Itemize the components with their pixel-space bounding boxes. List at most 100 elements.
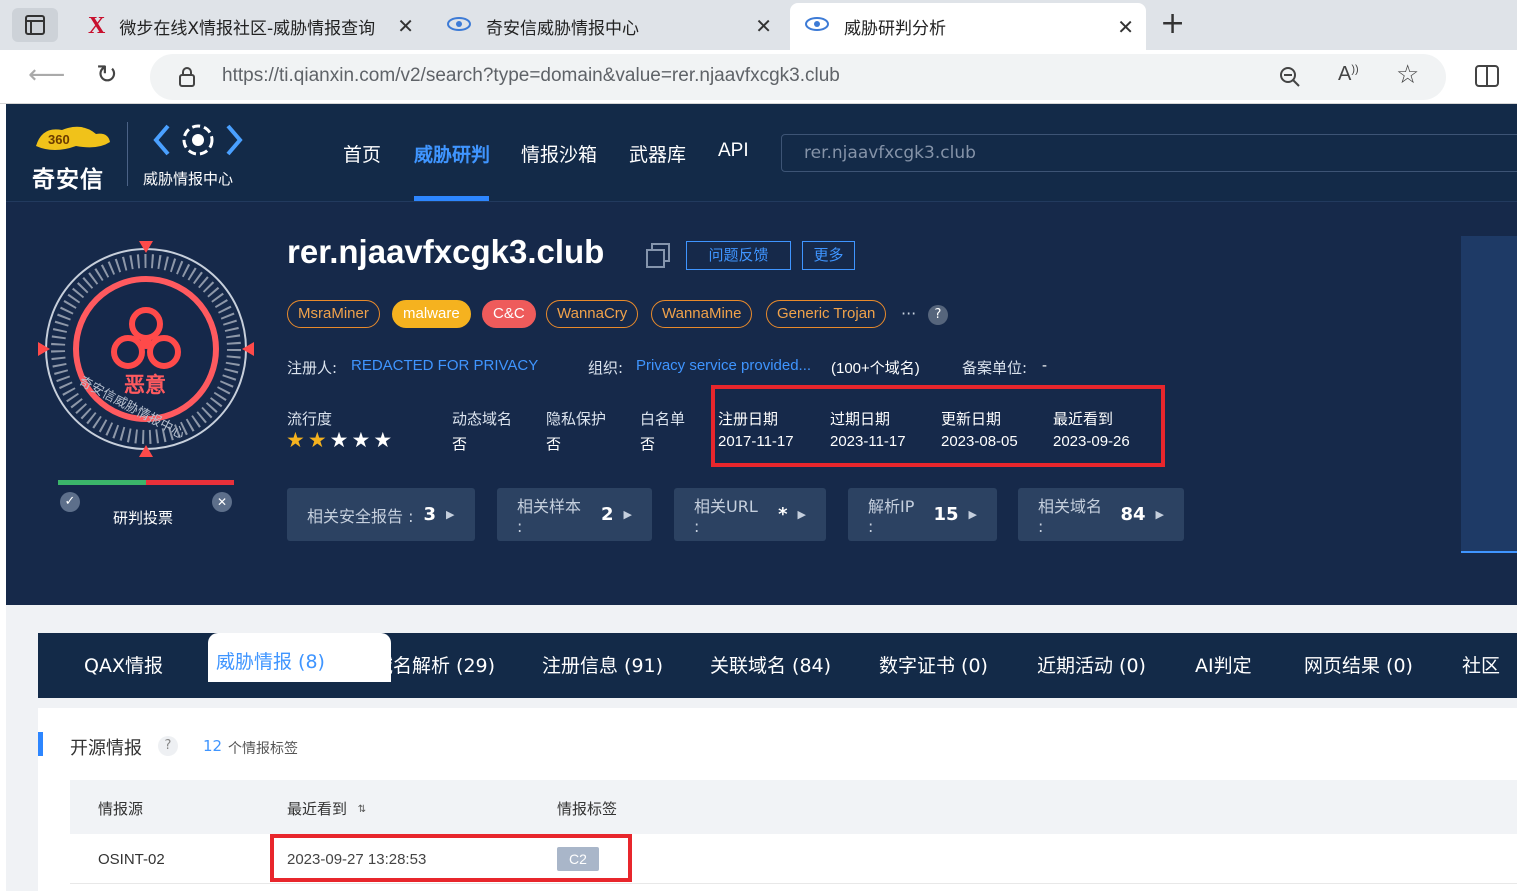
tab-related-domains[interactable]: 关联域名 (84) [710, 651, 831, 678]
close-tab-icon[interactable]: ✕ [397, 14, 414, 38]
qianxin-brand-logo[interactable]: 360 奇安信 [32, 120, 114, 193]
vote-bar-safe [58, 480, 146, 485]
stat-resolved-ip-button[interactable]: 解析IP : 15 ▶ [848, 488, 997, 541]
org-label: 组织: [588, 359, 624, 377]
qianxin-logo-icon [446, 15, 472, 38]
stat-label: 相关安全报告 : [307, 506, 414, 526]
browser-tab-strip: X 微步在线X情报社区-威胁情报查询 ✕ 奇安信威胁情报中心 ✕ 威胁研判分析 … [0, 0, 1517, 50]
stat-label: 相关样本 : [517, 497, 582, 536]
zoom-icon[interactable] [1278, 65, 1302, 93]
new-tab-icon[interactable]: + [1160, 6, 1185, 41]
stat-reports-button[interactable]: 相关安全报告 : 3 ▶ [287, 488, 475, 541]
url-text: https://ti.qianxin.com/v2/search?type=do… [222, 65, 840, 86]
address-bar-row: ⟵ ↻ https://ti.qianxin.com/v2/search?typ… [0, 50, 1517, 104]
nav-sandbox[interactable]: 情报沙箱 [521, 140, 597, 167]
stat-urls-button[interactable]: 相关URL : * ▶ [674, 488, 826, 541]
stat-label: 相关URL : [694, 497, 758, 536]
stat-value: * [778, 504, 788, 525]
close-tab-icon[interactable]: ✕ [1117, 15, 1134, 39]
icp-value: - [1042, 357, 1047, 374]
tab-certificates[interactable]: 数字证书 (0) [879, 651, 988, 678]
chevron-right-icon: ▶ [1155, 508, 1164, 521]
section-help-icon[interactable]: ? [158, 736, 178, 756]
chevron-right-icon: ▶ [623, 508, 632, 521]
search-input[interactable]: rer.njaavfxcgk3.club [781, 134, 1517, 172]
detail-tabs: QAX情报 威胁情报 (8) 域名解析 (29) 注册信息 (91) 关联域名 … [38, 633, 1517, 698]
registrant-link[interactable]: REDACTED FOR PRIVACY [351, 357, 538, 374]
tag-wannacry[interactable]: WannaCry [546, 300, 639, 328]
tab-web-results[interactable]: 网页结果 (0) [1304, 651, 1413, 678]
copy-icon[interactable] [644, 242, 672, 274]
tab-title: 微步在线X情报社区-威胁情报查询 [119, 18, 376, 39]
tab-community[interactable]: 社区 [1462, 651, 1500, 678]
tab-registration[interactable]: 注册信息 (91) [542, 651, 663, 678]
x-logo-icon: X [88, 12, 106, 39]
nav-api[interactable]: API [718, 140, 749, 162]
stat-value: 3 [423, 504, 437, 525]
org-domain-count[interactable]: (100+个域名) [831, 357, 920, 378]
tab-ai-verdict[interactable]: AI判定 [1195, 651, 1252, 678]
sort-icon[interactable]: ⇅ [358, 804, 366, 815]
tab-qax-intel[interactable]: QAX情报 [84, 651, 163, 678]
favorite-star-icon[interactable]: ☆ [1396, 60, 1419, 90]
col-last-seen[interactable]: 最近看到 ⇅ [287, 798, 366, 819]
tab-dns-resolution[interactable]: 域名解析 (29) [374, 651, 495, 678]
threat-center-logo[interactable]: 威胁情报中心 [142, 120, 252, 190]
org-link[interactable]: Privacy service provided... [636, 357, 811, 374]
back-icon[interactable]: ⟵ [28, 60, 65, 90]
vote-label: 研判投票 [113, 509, 174, 527]
browser-tab[interactable]: X 微步在线X情报社区-威胁情报查询 ✕ [74, 6, 426, 46]
vote-bar-malicious [146, 480, 234, 485]
tags-more[interactable]: ··· [901, 304, 916, 323]
split-screen-icon[interactable] [1474, 64, 1500, 92]
registrant-label: 注册人: [287, 359, 338, 377]
highlight-box-row [270, 834, 632, 882]
tag-wannamine[interactable]: WannaMine [651, 300, 753, 328]
col-source: 情报源 [98, 800, 144, 818]
feedback-button[interactable]: 问题反馈 [686, 241, 791, 270]
browser-tab-active[interactable]: 威胁研判分析 ✕ [790, 3, 1146, 50]
tag-cnc[interactable]: C&C [482, 300, 536, 328]
tab-title: 威胁研判分析 [844, 19, 946, 39]
section-title: 开源情报 [70, 738, 142, 759]
tags-help-icon[interactable]: ? [928, 305, 948, 325]
refresh-icon[interactable]: ↻ [96, 60, 118, 90]
star-filled-icon: ★ [286, 428, 308, 452]
nav-arsenal[interactable]: 武器库 [629, 140, 686, 167]
tab-threat-intel[interactable]: 威胁情报 (8) [216, 647, 325, 674]
icp-label: 备案单位: [962, 359, 1028, 377]
privacy-label: 隐私保护 [546, 410, 607, 428]
svg-text:360: 360 [48, 132, 70, 147]
table-header: 情报源 最近看到 ⇅ 情报标签 [70, 780, 1517, 834]
tag-count[interactable]: 12 [203, 737, 222, 755]
nav-threat-research[interactable]: 威胁研判 [414, 140, 490, 167]
vote-malicious-icon[interactable]: ✕ [212, 492, 232, 512]
stat-value: 84 [1120, 504, 1146, 525]
more-button[interactable]: 更多 [802, 241, 855, 270]
vote-safe-icon[interactable]: ✓ [60, 492, 80, 512]
star-empty-icon: ★ [351, 428, 374, 452]
lock-icon[interactable] [178, 66, 196, 92]
osint-panel: 开源情报 ? 12 个情报标签 情报源 最近看到 ⇅ 情报标签 OSINT-02… [38, 708, 1517, 891]
section-accent-bar [38, 732, 43, 756]
nav-home[interactable]: 首页 [343, 140, 381, 167]
tab-recent-activity[interactable]: 近期活动 (0) [1037, 651, 1146, 678]
tag-malware[interactable]: malware [392, 300, 471, 328]
dynamic-dns-label: 动态域名 [452, 410, 513, 428]
url-field[interactable]: https://ti.qianxin.com/v2/search?type=do… [150, 54, 1446, 100]
tag-msraminer[interactable]: MsraMiner [287, 300, 380, 328]
brand-sub: 威胁情报中心 [143, 170, 234, 188]
stat-related-domains-button[interactable]: 相关域名 : 84 ▶ [1018, 488, 1184, 541]
stat-samples-button[interactable]: 相关样本 : 2 ▶ [497, 488, 652, 541]
tab-actions-icon[interactable] [12, 8, 58, 42]
malicious-verdict-badge: 恶意 奇安信威胁情报中心 [36, 239, 256, 459]
browser-tab[interactable]: 奇安信威胁情报中心 ✕ [432, 6, 784, 46]
star-filled-icon: ★ [307, 428, 330, 452]
highlight-box-dates [711, 385, 1165, 467]
header-divider [127, 122, 128, 186]
close-tab-icon[interactable]: ✕ [755, 14, 772, 38]
tab-title: 奇安信威胁情报中心 [486, 18, 639, 39]
row-source: OSINT-02 [98, 851, 165, 868]
tag-generic-trojan[interactable]: Generic Trojan [766, 300, 887, 328]
read-aloud-icon[interactable]: A)) [1338, 63, 1359, 86]
